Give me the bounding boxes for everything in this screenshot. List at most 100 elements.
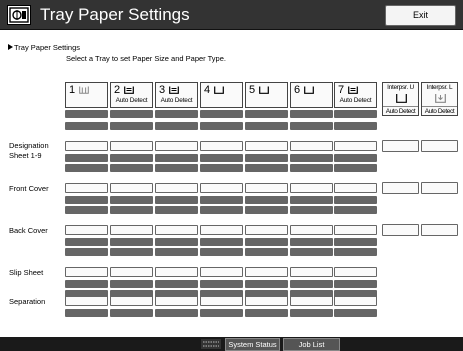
auto-detect-tray-icon [124, 86, 134, 94]
front-cover-info-bar [334, 196, 377, 204]
front-cover-tray-1-cell[interactable] [65, 183, 108, 193]
back-cover-tray-3-cell[interactable] [155, 225, 198, 235]
system-status-button[interactable]: System Status [225, 338, 280, 351]
auto-detect-label: Auto Detect [160, 97, 193, 104]
interposer-upper-button[interactable]: Interpsr. U Auto Detect [382, 82, 419, 116]
separation-info-bar [245, 309, 288, 317]
designation-sheet-interposer-lower-cell[interactable] [421, 140, 458, 152]
tray-7-button[interactable]: 7 Auto Detect [334, 82, 377, 108]
breadcrumb-arrow-icon [8, 44, 13, 50]
tray-1-button[interactable]: 1 [65, 82, 108, 108]
back-cover-tray-1-cell[interactable] [65, 225, 108, 235]
designation-sheet-info-bar [65, 154, 108, 162]
slip-sheet-tray-5-cell[interactable] [245, 267, 288, 277]
designation-sheet-tray-5-cell[interactable] [245, 141, 288, 151]
exit-button[interactable]: Exit [385, 5, 456, 26]
front-cover-interposer-upper-cell[interactable] [382, 182, 419, 194]
back-cover-tray-4-cell[interactable] [200, 225, 243, 235]
interposer-lower-button[interactable]: Interpsr. L Auto Detect [421, 82, 458, 116]
tray-paper-info-bar [334, 122, 377, 130]
slip-sheet-tray-6-cell[interactable] [290, 267, 333, 277]
designation-sheet-info-bar [155, 154, 198, 162]
front-cover-info-bar [245, 196, 288, 204]
front-cover-tray-2-cell[interactable] [110, 183, 153, 193]
designation-sheet-interposer-upper-cell[interactable] [382, 140, 419, 152]
slip-sheet-info-bar [155, 280, 198, 288]
tray-2-button[interactable]: 2 Auto Detect [110, 82, 153, 108]
front-cover-info-bar [65, 196, 108, 204]
slip-sheet-info-bar [110, 280, 153, 288]
separation-info-bar [290, 309, 333, 317]
back-cover-tray-6-cell[interactable] [290, 225, 333, 235]
front-cover-info-bar [245, 206, 288, 214]
back-cover-tray-7-cell[interactable] [334, 225, 377, 235]
back-cover-info-bar [245, 238, 288, 246]
separation-tray-1-cell[interactable] [65, 296, 108, 306]
paper-tray-icon [304, 86, 314, 94]
tray-3-button[interactable]: 3 Auto Detect [155, 82, 198, 108]
separation-tray-6-cell[interactable] [290, 296, 333, 306]
slip-sheet-tray-1-cell[interactable] [65, 267, 108, 277]
back-cover-interposer-lower-cell[interactable] [421, 224, 458, 236]
front-cover-tray-7-cell[interactable] [334, 183, 377, 193]
tray-paper-info-bar [65, 110, 108, 118]
back-cover-info-bar [245, 248, 288, 256]
designation-sheet-tray-3-cell[interactable] [155, 141, 198, 151]
separation-tray-2-cell[interactable] [110, 296, 153, 306]
separation-tray-5-cell[interactable] [245, 296, 288, 306]
tray-settings-icon [7, 5, 31, 25]
front-cover-tray-4-cell[interactable] [200, 183, 243, 193]
back-cover-interposer-upper-cell[interactable] [382, 224, 419, 236]
back-cover-tray-5-cell[interactable] [245, 225, 288, 235]
designation-sheet-info-bar [290, 154, 333, 162]
tray-paper-info-bar [110, 110, 153, 118]
designation-sheet-tray-4-cell[interactable] [200, 141, 243, 151]
front-cover-tray-6-cell[interactable] [290, 183, 333, 193]
paper-tray-icon [214, 86, 224, 94]
job-list-button[interactable]: Job List [283, 338, 340, 351]
slip-sheet-tray-2-cell[interactable] [110, 267, 153, 277]
tray-paper-info-bar [110, 122, 153, 130]
slip-sheet-tray-4-cell[interactable] [200, 267, 243, 277]
separation-tray-3-cell[interactable] [155, 296, 198, 306]
front-cover-interposer-lower-cell[interactable] [421, 182, 458, 194]
designation-sheet-tray-2-cell[interactable] [110, 141, 153, 151]
front-cover-info-bar [110, 206, 153, 214]
designation-sheet-info-bar [155, 164, 198, 172]
auto-detect-tray-icon [169, 86, 179, 94]
back-cover-tray-2-cell[interactable] [110, 225, 153, 235]
front-cover-tray-5-cell[interactable] [245, 183, 288, 193]
tray-paper-info-bar [334, 110, 377, 118]
slip-sheet-tray-3-cell[interactable] [155, 267, 198, 277]
tray-number: 2 [114, 84, 121, 96]
tray-number: 5 [249, 84, 256, 96]
separation-info-bar [110, 309, 153, 317]
tray-paper-info-bar [200, 122, 243, 130]
separation-tray-4-cell[interactable] [200, 296, 243, 306]
designation-sheet-info-bar [245, 154, 288, 162]
tray-5-button[interactable]: 5 [245, 82, 288, 108]
row-label-front-cover: Front Cover [9, 184, 49, 193]
front-cover-info-bar [110, 196, 153, 204]
auto-detect-label: Auto Detect [115, 97, 148, 104]
front-cover-tray-3-cell[interactable] [155, 183, 198, 193]
auto-detect-tray-icon [348, 86, 358, 94]
designation-sheet-tray-6-cell[interactable] [290, 141, 333, 151]
back-cover-info-bar [334, 238, 377, 246]
back-cover-info-bar [110, 248, 153, 256]
tray-paper-info-bar [290, 122, 333, 130]
back-cover-info-bar [65, 248, 108, 256]
designation-sheet-tray-1-cell[interactable] [65, 141, 108, 151]
tray-4-button[interactable]: 4 [200, 82, 243, 108]
tray-number: 1 [69, 84, 76, 96]
separation-tray-7-cell[interactable] [334, 296, 377, 306]
tray-6-button[interactable]: 6 [290, 82, 333, 108]
designation-sheet-tray-7-cell[interactable] [334, 141, 377, 151]
slip-sheet-tray-7-cell[interactable] [334, 267, 377, 277]
front-cover-info-bar [155, 196, 198, 204]
slip-sheet-info-bar [200, 280, 243, 288]
tray-paper-info-bar [245, 122, 288, 130]
interposer-label: Interpsr. L [426, 84, 453, 91]
slip-sheet-info-bar [245, 280, 288, 288]
designation-sheet-info-bar [200, 154, 243, 162]
